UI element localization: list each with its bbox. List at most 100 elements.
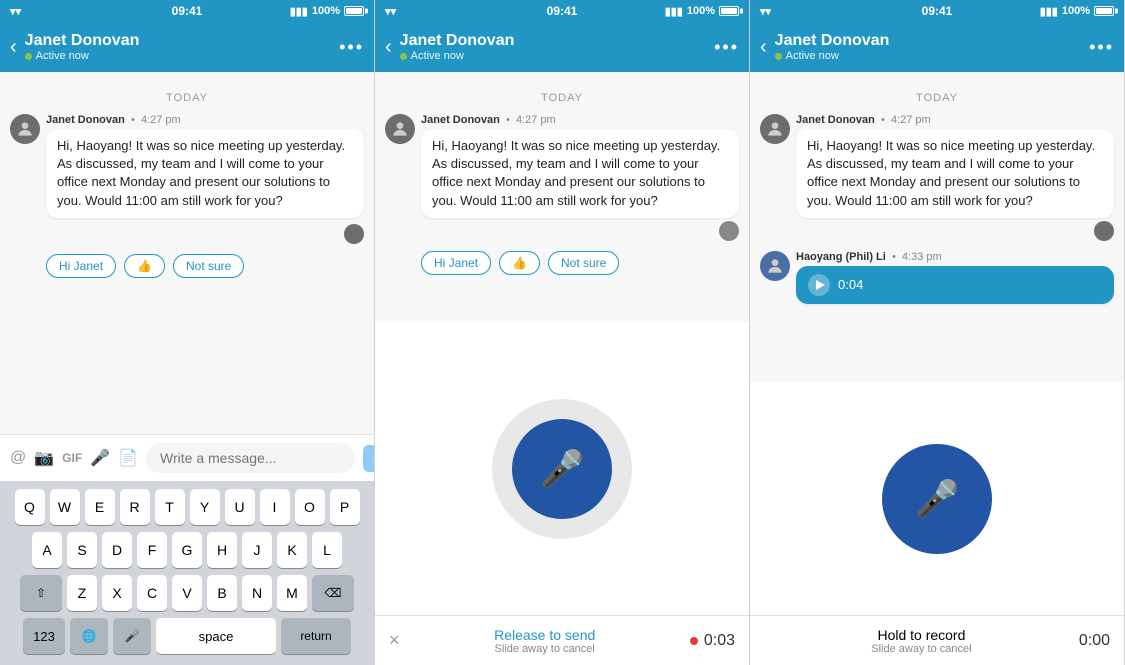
chat-area-2: TODAY Janet Donovan • 4:27 pm Hi, Haoyan… bbox=[375, 72, 749, 322]
message-meta-2: Janet Donovan • 4:27 pm bbox=[421, 114, 739, 126]
recording-circle-inner[interactable]: 🎤 bbox=[512, 419, 612, 519]
back-button-2[interactable]: ‹ bbox=[385, 37, 392, 57]
status-bar-2: ▾▾ 09:41 ▮▮▮ 100% bbox=[375, 0, 749, 22]
status-bar-1: ▾▾ 09:41 ▮▮▮ 100% bbox=[0, 0, 374, 22]
active-dot-3 bbox=[775, 53, 782, 60]
key-num[interactable]: 123 bbox=[23, 618, 65, 654]
more-button-3[interactable]: ••• bbox=[1089, 37, 1114, 58]
key-x[interactable]: X bbox=[102, 575, 132, 611]
keyboard-row-4: 123 🌐 🎤 space return bbox=[4, 618, 370, 654]
key-m[interactable]: M bbox=[277, 575, 307, 611]
status-text-2: Active now bbox=[411, 50, 464, 62]
signal-icon-3: ▮▮▮ bbox=[1040, 5, 1058, 18]
message-bubble-1: Hi, Haoyang! It was so nice meeting up y… bbox=[46, 129, 364, 218]
file-button-1[interactable]: 📄 bbox=[118, 448, 138, 468]
header-info-2: Janet Donovan Active now bbox=[400, 32, 706, 62]
key-y[interactable]: Y bbox=[190, 489, 220, 525]
avatar-haoyang-3 bbox=[760, 251, 790, 281]
key-b[interactable]: B bbox=[207, 575, 237, 611]
quick-reply-thumbs-1[interactable]: 👍 bbox=[124, 254, 165, 278]
key-u[interactable]: U bbox=[225, 489, 255, 525]
quick-reply-hi-janet-1[interactable]: Hi Janet bbox=[46, 254, 116, 278]
message-input-1[interactable] bbox=[146, 443, 355, 473]
wifi-icon: ▾▾ bbox=[10, 5, 21, 18]
mic-button-1[interactable]: 🎤 bbox=[90, 448, 110, 468]
key-space[interactable]: space bbox=[156, 618, 276, 654]
key-q[interactable]: Q bbox=[15, 489, 45, 525]
key-k[interactable]: K bbox=[277, 532, 307, 568]
battery-label-2: 100% bbox=[687, 5, 715, 17]
quick-reply-not-sure-2[interactable]: Not sure bbox=[548, 251, 619, 275]
chat-area-1: TODAY Janet Donovan • 4:27 pm Hi, Haoyan… bbox=[0, 72, 374, 434]
mic-icon-hold: 🎤 bbox=[915, 478, 960, 520]
at-button-1[interactable]: @ bbox=[10, 449, 26, 467]
quick-reply-hi-janet-2[interactable]: Hi Janet bbox=[421, 251, 491, 275]
audio-bubble[interactable]: 0:04 bbox=[796, 266, 1114, 304]
back-button-1[interactable]: ‹ bbox=[10, 37, 17, 57]
key-l[interactable]: L bbox=[312, 532, 342, 568]
audio-message-wrap: Haoyang (Phil) Li • 4:33 pm 0:04 bbox=[796, 251, 1114, 304]
key-z[interactable]: Z bbox=[67, 575, 97, 611]
camera-button-1[interactable]: 📷 bbox=[34, 448, 54, 468]
contact-status-3: Active now bbox=[775, 50, 1081, 62]
more-button-2[interactable]: ••• bbox=[714, 37, 739, 58]
keyboard-row-1: Q W E R T Y U I O P bbox=[4, 489, 370, 525]
key-p[interactable]: P bbox=[330, 489, 360, 525]
recording-overlay: 🎤 bbox=[375, 322, 749, 615]
recording-label: Release to send bbox=[494, 627, 595, 643]
read-receipt-2 bbox=[719, 221, 739, 241]
key-c[interactable]: C bbox=[137, 575, 167, 611]
contact-name-3: Janet Donovan bbox=[775, 32, 1081, 50]
key-d[interactable]: D bbox=[102, 532, 132, 568]
key-e[interactable]: E bbox=[85, 489, 115, 525]
contact-status-2: Active now bbox=[400, 50, 706, 62]
gif-button-1[interactable]: GIF bbox=[62, 451, 82, 465]
key-i[interactable]: I bbox=[260, 489, 290, 525]
wifi-icon-2: ▾▾ bbox=[385, 5, 396, 18]
key-r[interactable]: R bbox=[120, 489, 150, 525]
panel-1: ▾▾ 09:41 ▮▮▮ 100% ‹ Janet Donovan Active… bbox=[0, 0, 375, 665]
message-meta-3: Janet Donovan • 4:27 pm bbox=[796, 114, 1114, 126]
header-info-3: Janet Donovan Active now bbox=[775, 32, 1081, 62]
message-wrap-1: Janet Donovan • 4:27 pm Hi, Haoyang! It … bbox=[46, 114, 364, 244]
key-h[interactable]: H bbox=[207, 532, 237, 568]
play-button[interactable] bbox=[808, 274, 830, 296]
back-button-3[interactable]: ‹ bbox=[760, 37, 767, 57]
chat-area-3: TODAY Janet Donovan • 4:27 pm Hi, Haoyan… bbox=[750, 72, 1124, 382]
more-button-1[interactable]: ••• bbox=[339, 37, 364, 58]
key-w[interactable]: W bbox=[50, 489, 80, 525]
status-text-3: Active now bbox=[786, 50, 839, 62]
key-g[interactable]: G bbox=[172, 532, 202, 568]
key-shift[interactable]: ⇧ bbox=[20, 575, 62, 611]
cancel-recording-button[interactable]: × bbox=[389, 630, 400, 651]
key-t[interactable]: T bbox=[155, 489, 185, 525]
quick-reply-not-sure-1[interactable]: Not sure bbox=[173, 254, 244, 278]
key-n[interactable]: N bbox=[242, 575, 272, 611]
key-f[interactable]: F bbox=[137, 532, 167, 568]
contact-status-1: Active now bbox=[25, 50, 331, 62]
sender-name-3: Janet Donovan bbox=[796, 114, 875, 126]
recording-status-bar: × Release to send Slide away to cancel 0… bbox=[375, 615, 749, 665]
message-time-2: 4:27 pm bbox=[516, 114, 556, 126]
message-time-3: 4:27 pm bbox=[891, 114, 931, 126]
key-a[interactable]: A bbox=[32, 532, 62, 568]
key-return[interactable]: return bbox=[281, 618, 351, 654]
status-text-1: Active now bbox=[36, 50, 89, 62]
battery-label-1: 100% bbox=[312, 5, 340, 17]
key-backspace[interactable]: ⌫ bbox=[312, 575, 354, 611]
key-j[interactable]: J bbox=[242, 532, 272, 568]
hold-status-bar: Hold to record Slide away to cancel 0:00 bbox=[750, 615, 1124, 665]
panel-2: ▾▾ 09:41 ▮▮▮ 100% ‹ Janet Donovan Active… bbox=[375, 0, 750, 665]
date-divider-2: TODAY bbox=[385, 92, 739, 104]
key-v[interactable]: V bbox=[172, 575, 202, 611]
signal-icon-1: ▮▮▮ bbox=[290, 5, 308, 18]
header-info-1: Janet Donovan Active now bbox=[25, 32, 331, 62]
key-o[interactable]: O bbox=[295, 489, 325, 525]
key-mic[interactable]: 🎤 bbox=[113, 618, 151, 654]
quick-reply-thumbs-2[interactable]: 👍 bbox=[499, 251, 540, 275]
key-s[interactable]: S bbox=[67, 532, 97, 568]
keyboard-row-3: ⇧ Z X C V B N M ⌫ bbox=[4, 575, 370, 611]
send-button-1[interactable]: Send bbox=[363, 445, 375, 472]
hold-circle[interactable]: 🎤 bbox=[882, 444, 992, 554]
key-globe[interactable]: 🌐 bbox=[70, 618, 108, 654]
